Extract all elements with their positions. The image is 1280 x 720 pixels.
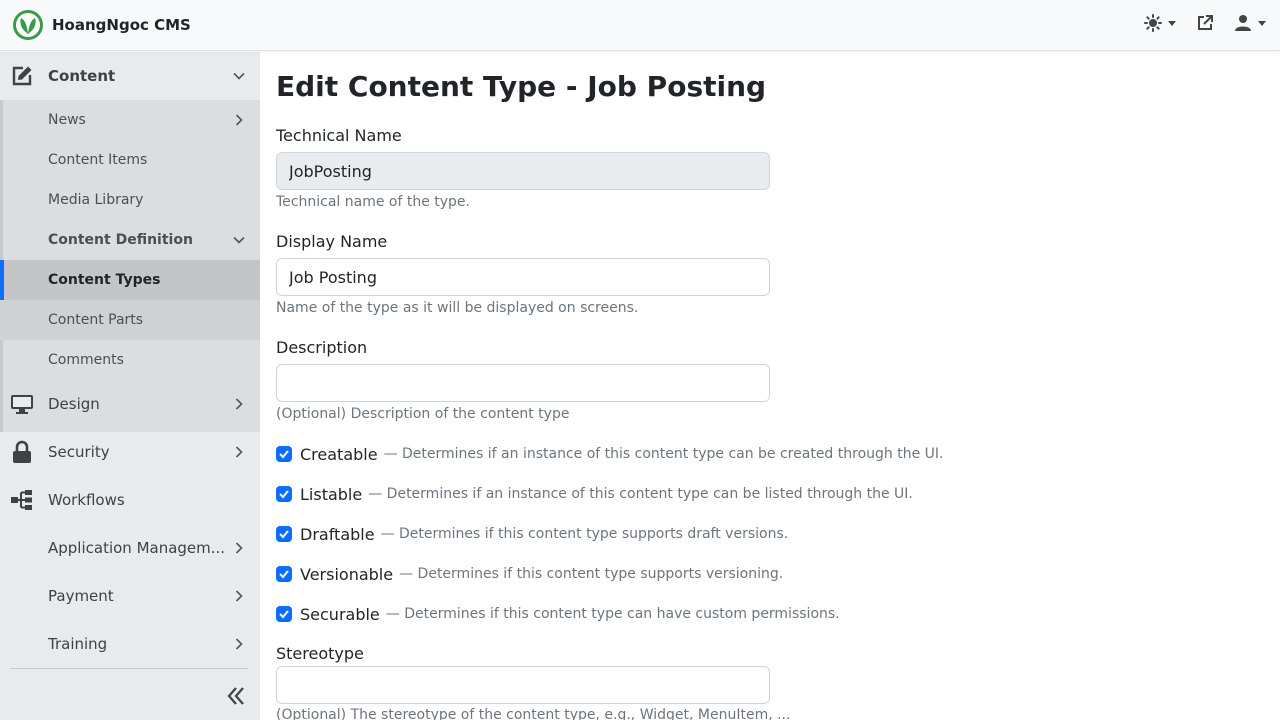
- sidebar-item-workflows[interactable]: Workflows: [0, 480, 260, 520]
- technical-name-hint: Technical name of the type.: [276, 194, 470, 210]
- sidebar-item-label: Content Parts: [48, 312, 144, 328]
- sidebar-item-content-parts[interactable]: Content Parts: [0, 300, 260, 340]
- chevron-right-icon: [235, 638, 243, 650]
- securable-option: Securable — Determines if this content t…: [276, 602, 840, 626]
- listable-option: Listable — Determines if an instance of …: [276, 482, 913, 506]
- chevron-down-icon: [1168, 20, 1176, 26]
- sidebar-item-design[interactable]: Design: [0, 384, 260, 424]
- chevron-down-icon: [1258, 20, 1266, 26]
- checkmark-icon: [279, 530, 289, 539]
- double-chevron-left-icon[interactable]: [224, 684, 248, 708]
- checkmark-icon: [279, 610, 289, 619]
- brand-logo-icon: [13, 10, 43, 40]
- creatable-label: Creatable: [300, 444, 378, 464]
- sidebar-item-security[interactable]: Security: [0, 432, 260, 472]
- brand-link[interactable]: HoangNgoc CMS: [12, 9, 191, 41]
- description-hint: (Optional) Description of the content ty…: [276, 406, 570, 422]
- draftable-option: Draftable — Determines if this content t…: [276, 522, 788, 546]
- listable-description: — Determines if an instance of this cont…: [368, 486, 913, 502]
- sidebar-item-media-library[interactable]: Media Library: [0, 180, 260, 220]
- securable-checkbox[interactable]: [276, 606, 292, 622]
- draftable-description: — Determines if this content type suppor…: [380, 526, 789, 542]
- description-input[interactable]: [276, 364, 770, 402]
- sidebar-item-label: Design: [48, 395, 100, 413]
- sidebar: Content News Content Items Media Library…: [0, 52, 260, 720]
- draftable-checkbox[interactable]: [276, 526, 292, 542]
- sidebar-item-label: Content Types: [48, 272, 161, 288]
- securable-label: Securable: [300, 604, 380, 624]
- top-navbar: HoangNgoc CMS: [0, 0, 1280, 51]
- sidebar-item-content-definition[interactable]: Content Definition: [0, 220, 260, 260]
- sidebar-item-news[interactable]: News: [0, 100, 260, 140]
- stereotype-input[interactable]: [276, 666, 770, 704]
- chevron-right-icon: [235, 398, 243, 410]
- checkmark-icon: [279, 490, 289, 499]
- sidebar-item-application-management[interactable]: Application Managem...: [0, 528, 260, 568]
- checkmark-icon: [279, 450, 289, 459]
- chevron-down-icon: [233, 236, 245, 244]
- sidebar-item-label: News: [48, 112, 86, 128]
- sidebar-item-label: Comments: [48, 352, 124, 368]
- technical-name-label: Technical Name: [276, 126, 402, 145]
- user-menu-button[interactable]: [1234, 14, 1266, 32]
- checkmark-icon: [279, 570, 289, 579]
- stereotype-hint: (Optional) The stereotype of the content…: [276, 707, 791, 720]
- sidebar-divider: [10, 668, 248, 669]
- sun-icon: [1144, 14, 1162, 32]
- external-link-icon: [1198, 15, 1213, 30]
- technical-name-input[interactable]: [276, 152, 770, 190]
- sidebar-item-label: Workflows: [48, 491, 125, 509]
- display-name-hint: Name of the type as it will be displayed…: [276, 300, 639, 316]
- draftable-label: Draftable: [300, 524, 375, 544]
- theme-toggle-button[interactable]: [1144, 14, 1176, 32]
- sidebar-item-payment[interactable]: Payment: [0, 576, 260, 616]
- sidebar-item-label: Payment: [48, 587, 114, 605]
- desktop-icon: [11, 395, 33, 414]
- creatable-option: Creatable — Determines if an instance of…: [276, 442, 943, 466]
- chevron-right-icon: [235, 446, 243, 458]
- creatable-checkbox[interactable]: [276, 446, 292, 462]
- lock-icon: [13, 440, 31, 463]
- sidebar-item-comments[interactable]: Comments: [0, 340, 260, 380]
- listable-label: Listable: [300, 484, 363, 504]
- chevron-down-icon: [233, 72, 245, 80]
- description-label: Description: [276, 338, 368, 357]
- visit-site-button[interactable]: [1196, 14, 1214, 32]
- versionable-description: — Determines if this content type suppor…: [399, 566, 784, 582]
- chevron-right-icon: [235, 114, 243, 126]
- sidebar-item-content-types[interactable]: Content Types: [0, 260, 260, 300]
- versionable-checkbox[interactable]: [276, 566, 292, 582]
- active-indicator: [0, 260, 4, 300]
- securable-description: — Determines if this content type can ha…: [385, 606, 840, 622]
- versionable-label: Versionable: [300, 564, 394, 584]
- versionable-option: Versionable — Determines if this content…: [276, 562, 783, 586]
- display-name-input[interactable]: [276, 258, 770, 296]
- sidebar-item-label: Security: [48, 443, 110, 461]
- sidebar-item-label: Training: [48, 635, 108, 653]
- workflow-icon: [11, 490, 32, 510]
- sidebar-item-label: Content: [48, 67, 116, 85]
- content-submenu: News Content Items Media Library Content…: [0, 100, 260, 432]
- listable-checkbox[interactable]: [276, 486, 292, 502]
- stereotype-label: Stereotype: [276, 644, 364, 663]
- chevron-right-icon: [235, 590, 243, 602]
- sidebar-item-training[interactable]: Training: [0, 624, 260, 664]
- main-content: Edit Content Type - Job Posting Technica…: [276, 52, 1266, 720]
- sidebar-item-content-items[interactable]: Content Items: [0, 140, 260, 180]
- edit-icon: [12, 66, 32, 86]
- app-title: HoangNgoc CMS: [52, 16, 191, 34]
- page-title: Edit Content Type - Job Posting: [276, 70, 767, 103]
- sidebar-item-label: Content Definition: [48, 232, 193, 248]
- display-name-label: Display Name: [276, 232, 388, 251]
- user-icon: [1235, 15, 1251, 31]
- sidebar-item-label: Media Library: [48, 192, 144, 208]
- creatable-description: — Determines if an instance of this cont…: [383, 446, 944, 462]
- sidebar-item-label: Application Managem...: [48, 539, 226, 557]
- chevron-right-icon: [235, 542, 243, 554]
- sidebar-item-content[interactable]: Content: [0, 56, 260, 96]
- sidebar-item-label: Content Items: [48, 152, 148, 168]
